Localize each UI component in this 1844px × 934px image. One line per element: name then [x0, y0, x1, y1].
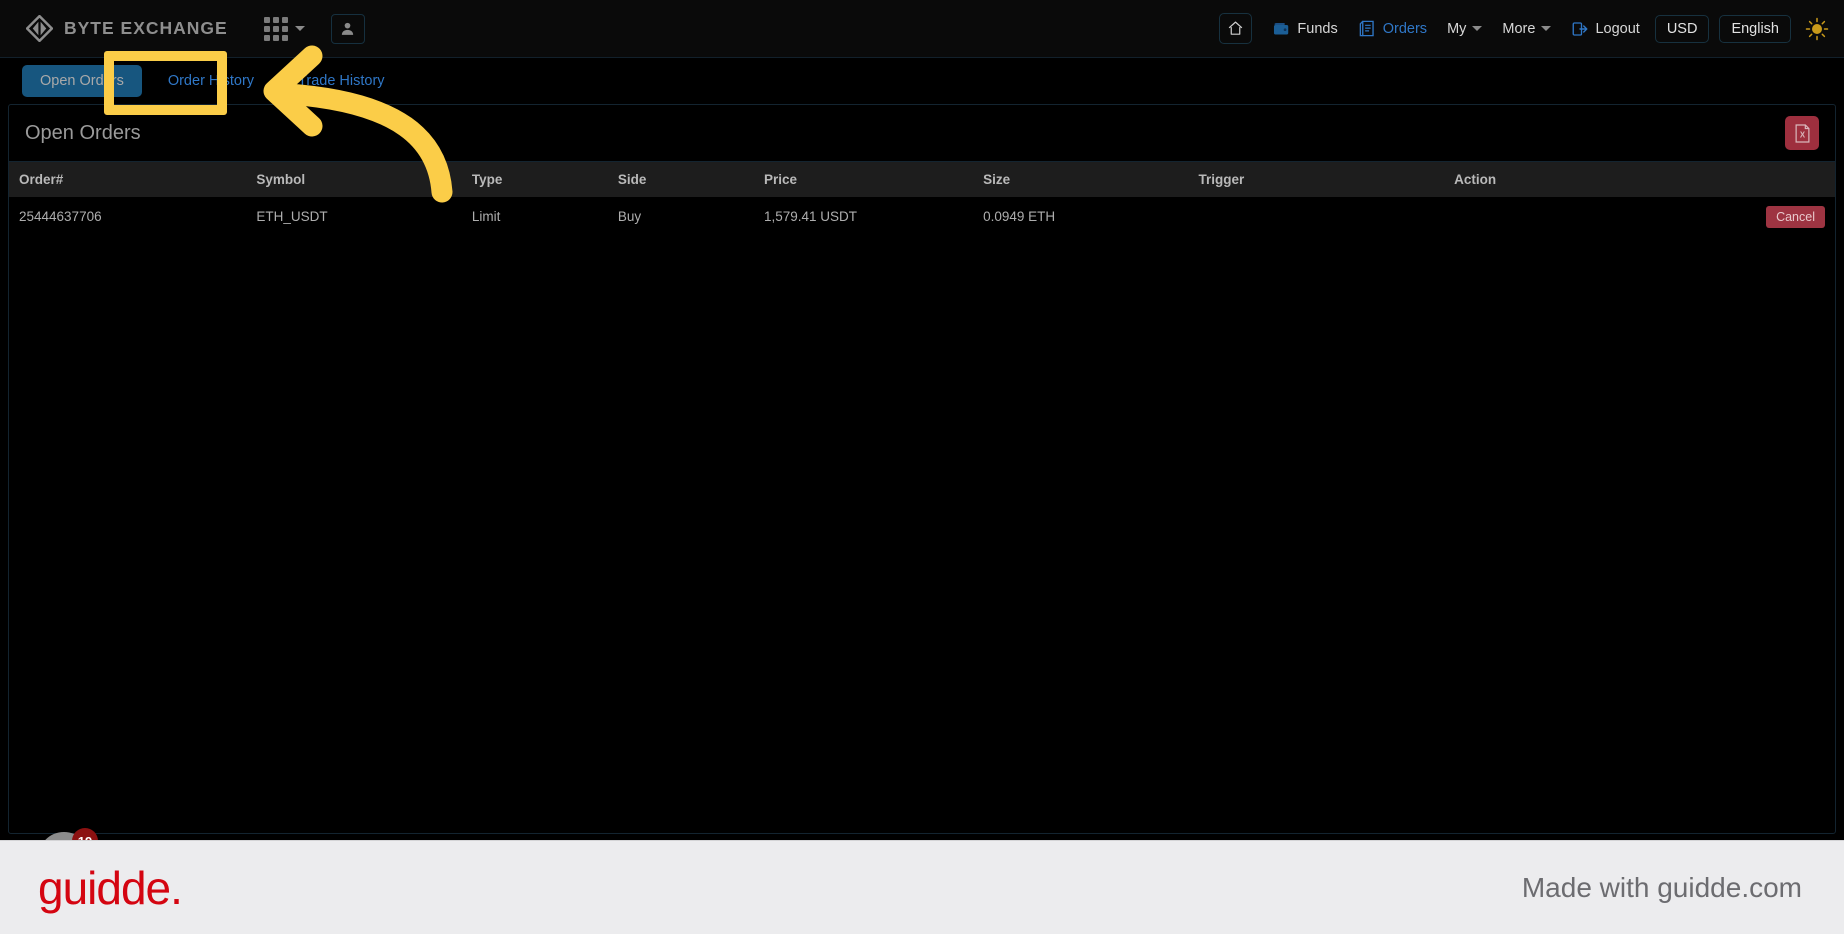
col-header-order[interactable]: Order#: [9, 162, 246, 197]
cell-trigger: [1189, 197, 1445, 236]
header-nav: Funds Orders My More Logout USD English: [1219, 13, 1830, 44]
chevron-down-icon: [294, 26, 305, 31]
cancel-order-button[interactable]: Cancel: [1766, 205, 1825, 228]
nav-funds[interactable]: Funds: [1262, 13, 1347, 44]
nav-more[interactable]: More: [1492, 15, 1561, 43]
table-head: Order# Symbol Type Side Price Size Trigg…: [9, 162, 1835, 197]
cell-symbol: ETH_USDT: [256, 209, 328, 224]
svg-text:X: X: [1799, 130, 1805, 139]
nav-more-label: More: [1502, 20, 1536, 37]
guidde-logo: guidde.: [38, 861, 183, 914]
open-orders-panel: Open Orders X Order# Symbol Type Side Pr…: [8, 104, 1836, 834]
cell-action: Cancel: [1444, 197, 1835, 236]
cell-price: 1,579.41 USDT: [763, 209, 858, 224]
apps-grid-button[interactable]: [263, 16, 305, 41]
cell-order: 25444637706: [19, 209, 102, 224]
tab-open-orders[interactable]: Open Orders: [22, 65, 142, 97]
open-orders-table: Order# Symbol Type Side Price Size Trigg…: [9, 162, 1835, 236]
cell-type: Limit: [471, 209, 501, 224]
col-header-symbol[interactable]: Symbol: [246, 162, 461, 197]
export-excel-button[interactable]: X: [1785, 116, 1819, 150]
sun-icon: [1805, 17, 1829, 40]
table-row[interactable]: 25444637706 ETH_USDT Limit Buy 1,579.41 …: [9, 197, 1835, 236]
app-root: BYTE EXCHANGE Funds Orders My More Logou…: [0, 0, 1844, 934]
tab-trade-history[interactable]: Trade History: [280, 65, 402, 97]
home-icon: [1229, 21, 1243, 35]
col-header-size[interactable]: Size: [973, 162, 1188, 197]
order-tabs: Open Orders Order History Trade History: [0, 58, 1844, 104]
col-header-action: Action: [1454, 172, 1497, 187]
currency-selector[interactable]: USD: [1654, 14, 1710, 43]
col-header-side[interactable]: Side: [608, 162, 754, 197]
top-header: BYTE EXCHANGE Funds Orders My More Logou…: [0, 0, 1844, 58]
cell-side: Buy: [617, 209, 642, 224]
document-list-icon: [1359, 20, 1374, 37]
account-button[interactable]: [330, 13, 365, 44]
language-selector[interactable]: English: [1719, 14, 1791, 43]
home-button[interactable]: [1219, 13, 1253, 44]
col-header-type[interactable]: Type: [462, 162, 608, 197]
panel-header: Open Orders X: [9, 105, 1835, 162]
tab-order-history[interactable]: Order History: [150, 65, 272, 97]
person-icon: [342, 22, 354, 35]
page-title: Open Orders: [25, 121, 141, 144]
chevron-down-icon: [1541, 26, 1552, 31]
logout-icon: [1573, 21, 1588, 36]
theme-toggle-button[interactable]: [1804, 16, 1830, 42]
nav-funds-label: Funds: [1297, 20, 1338, 37]
nav-orders-label: Orders: [1382, 20, 1428, 37]
made-with-label: Made with guidde.com: [1521, 871, 1802, 903]
nav-orders[interactable]: Orders: [1348, 13, 1437, 44]
nav-my[interactable]: My: [1437, 15, 1492, 43]
chevron-down-icon: [1472, 26, 1483, 31]
guidde-footer: guidde. Made with guidde.com: [0, 840, 1844, 934]
apps-grid-icon: [263, 16, 288, 41]
nav-logout[interactable]: Logout: [1561, 14, 1649, 44]
brand[interactable]: BYTE EXCHANGE: [26, 15, 228, 42]
wallet-icon: [1274, 22, 1289, 35]
nav-my-label: My: [1447, 20, 1467, 37]
brand-name: BYTE EXCHANGE: [64, 18, 228, 38]
col-header-trigger[interactable]: Trigger: [1189, 162, 1445, 197]
nav-logout-label: Logout: [1595, 20, 1640, 37]
table-body: 25444637706 ETH_USDT Limit Buy 1,579.41 …: [9, 197, 1835, 236]
excel-export-icon: X: [1795, 123, 1809, 143]
table-header-row: Order# Symbol Type Side Price Size Trigg…: [9, 162, 1835, 197]
col-header-price[interactable]: Price: [754, 162, 973, 197]
diamond-logo-icon: [26, 15, 53, 42]
cell-size: 0.0949 ETH: [983, 209, 1056, 224]
